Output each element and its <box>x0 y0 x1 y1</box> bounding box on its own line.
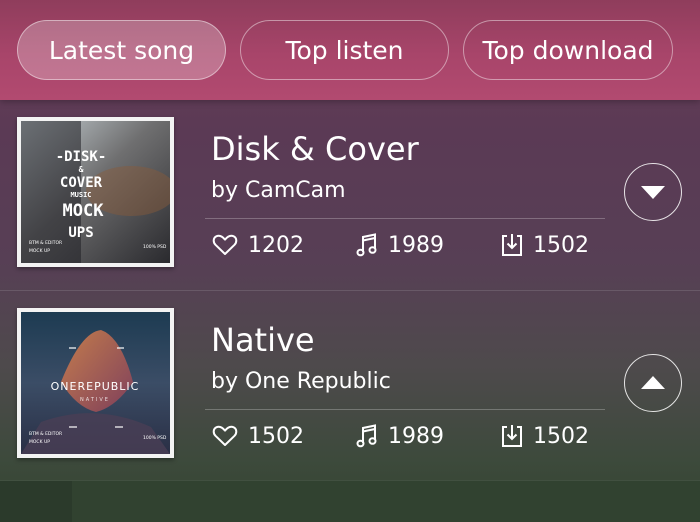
downloads-stat[interactable]: 1502 <box>501 230 589 260</box>
song-title[interactable]: Native <box>211 321 315 359</box>
cover-corner-text: MOCK UP <box>29 248 50 254</box>
cover-text-line: MUSIC <box>70 191 91 199</box>
song-row[interactable]: ONEREPUBLIC NATIVE BTM & EDITOR MOCK UP … <box>0 290 700 481</box>
cover-corner-text: MOCK UP <box>29 439 50 445</box>
cover-corner-text: BTM & EDITOR <box>29 240 62 246</box>
tab-latest-song[interactable]: Latest song <box>17 20 226 80</box>
cover-text-line: -DISK- <box>56 149 107 165</box>
tab-top-download[interactable]: Top download <box>463 20 673 80</box>
plays-stat: 1989 <box>356 230 444 260</box>
plays-count: 1989 <box>388 232 444 258</box>
cover-corner-text: BTM & EDITOR <box>29 431 62 437</box>
footer-bar <box>0 480 700 522</box>
music-note-icon <box>356 233 377 257</box>
tab-top-listen[interactable]: Top listen <box>240 20 449 80</box>
divider <box>205 409 605 410</box>
likes-stat[interactable]: 1202 <box>212 230 304 260</box>
album-cover-art: ONEREPUBLIC NATIVE BTM & EDITOR MOCK UP … <box>21 312 170 454</box>
footer-block <box>0 481 72 522</box>
divider <box>205 218 605 219</box>
download-icon <box>502 425 522 447</box>
download-icon <box>502 234 522 256</box>
plays-stat: 1989 <box>356 421 444 451</box>
tab-bar: Latest song Top listen Top download <box>0 0 700 100</box>
cover-text-line: & <box>79 165 84 174</box>
likes-stat[interactable]: 1502 <box>212 421 304 451</box>
album-cover-art: -DISK- & COVER MUSIC MOCK UPS BTM & EDIT… <box>21 121 170 263</box>
heart-icon <box>212 425 238 446</box>
music-list-screen: Latest song Top listen Top download -DIS… <box>0 0 700 522</box>
likes-count: 1202 <box>248 232 304 258</box>
cover-text-line: NATIVE <box>80 397 110 403</box>
cover-corner-text: 100% PSD <box>143 244 167 250</box>
song-artist: by CamCam <box>211 178 346 203</box>
song-artist: by One Republic <box>211 369 391 394</box>
album-cover[interactable]: ONEREPUBLIC NATIVE BTM & EDITOR MOCK UP … <box>17 308 174 458</box>
heart-icon <box>212 234 238 255</box>
cover-corner-text: 100% PSD <box>143 435 167 441</box>
cover-text-line: MOCK <box>63 201 105 221</box>
downloads-count: 1502 <box>533 232 589 258</box>
downloads-count: 1502 <box>533 423 589 449</box>
song-title[interactable]: Disk & Cover <box>211 130 419 168</box>
likes-count: 1502 <box>248 423 304 449</box>
cover-text-line: COVER <box>60 175 103 191</box>
album-cover[interactable]: -DISK- & COVER MUSIC MOCK UPS BTM & EDIT… <box>17 117 174 267</box>
chevron-up-icon <box>641 376 665 389</box>
cover-text-line: UPS <box>68 225 93 241</box>
downloads-stat[interactable]: 1502 <box>501 421 589 451</box>
cover-text-line: ONEREPUBLIC <box>51 380 140 393</box>
song-row[interactable]: -DISK- & COVER MUSIC MOCK UPS BTM & EDIT… <box>0 100 700 290</box>
chevron-down-icon <box>641 186 665 199</box>
expand-button[interactable] <box>624 163 682 221</box>
music-note-icon <box>356 424 377 448</box>
plays-count: 1989 <box>388 423 444 449</box>
collapse-button[interactable] <box>624 354 682 412</box>
